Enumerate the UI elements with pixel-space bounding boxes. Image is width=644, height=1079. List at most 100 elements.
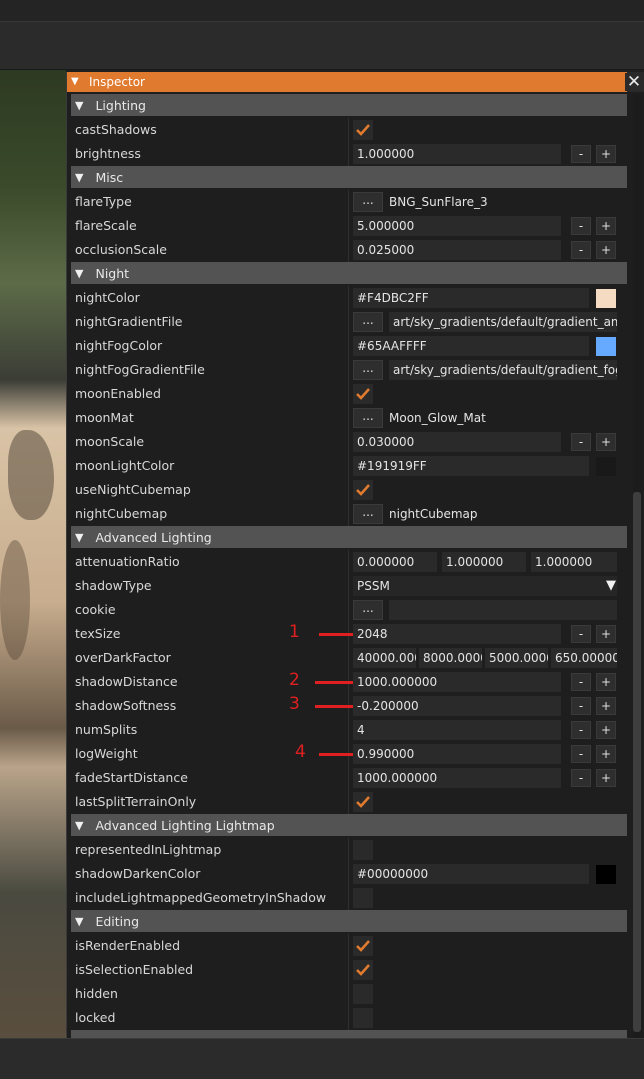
overDarkFactor-1-input[interactable]: 8000.0000: [419, 648, 482, 668]
browse-button[interactable]: ...: [353, 504, 383, 524]
moonMat-value[interactable]: Moon_Glow_Mat: [389, 408, 486, 428]
shadowType-select[interactable]: PSSM: [353, 576, 617, 596]
close-icon[interactable]: ✕: [625, 73, 643, 91]
decrement-button[interactable]: -: [571, 769, 591, 787]
decrement-button[interactable]: -: [571, 217, 591, 235]
increment-button[interactable]: +: [596, 625, 616, 643]
scrollbar-thumb[interactable]: [633, 492, 641, 1032]
moonLightColor-input[interactable]: #191919FF: [353, 456, 589, 476]
overDarkFactor-0-input[interactable]: 40000.000: [353, 648, 416, 668]
shadowSoftness-input[interactable]: -0.200000: [353, 696, 561, 716]
section-advanced-lighting-lightmap[interactable]: ▼ Advanced Lighting Lightmap: [71, 814, 627, 836]
nightGradientFile-input[interactable]: art/sky_gradients/default/gradient_amb: [389, 312, 617, 332]
cookie-input[interactable]: [389, 600, 617, 620]
flareType-value[interactable]: BNG_SunFlare_3: [389, 192, 488, 212]
increment-button[interactable]: +: [596, 145, 616, 163]
nightColor-input[interactable]: #F4DBC2FF: [353, 288, 589, 308]
overDarkFactor-3-input[interactable]: 650.000000: [551, 648, 617, 668]
isRenderEnabled-checkbox[interactable]: [353, 936, 373, 956]
section-misc[interactable]: ▼ Misc: [71, 166, 627, 188]
nightCubemap-value[interactable]: nightCubemap: [389, 504, 478, 524]
decrement-button[interactable]: -: [571, 625, 591, 643]
inspector-title-bar[interactable]: ▼ Inspector ✕: [67, 72, 644, 92]
section-title: Advanced Lighting Lightmap: [95, 817, 275, 833]
decrement-button[interactable]: -: [571, 145, 591, 163]
brightness-input[interactable]: 1.000000: [353, 144, 561, 164]
hidden-checkbox[interactable]: [353, 984, 373, 1004]
isSelectionEnabled-checkbox[interactable]: [353, 960, 373, 980]
section-lighting[interactable]: ▼ Lighting: [71, 94, 627, 116]
row-moonEnabled: moonEnabled: [71, 382, 627, 406]
row-nightFogColor: nightFogColor #65AAFFFF: [71, 334, 627, 358]
property-label: occlusionScale: [75, 242, 167, 257]
increment-button[interactable]: +: [596, 745, 616, 763]
collapse-triangle-icon[interactable]: ▼: [75, 915, 83, 928]
moonScale-input[interactable]: 0.030000: [353, 432, 561, 452]
decrement-button[interactable]: -: [571, 697, 591, 715]
section-next-collapsed[interactable]: [71, 1030, 627, 1038]
attenuationRatio-x-input[interactable]: 0.000000: [353, 552, 437, 572]
increment-button[interactable]: +: [596, 673, 616, 691]
column-divider: [348, 382, 349, 406]
browse-button[interactable]: ...: [353, 600, 383, 620]
nightFogColor-input[interactable]: #65AAFFFF: [353, 336, 589, 356]
decrement-button[interactable]: -: [571, 241, 591, 259]
viewport-scene[interactable]: [0, 70, 66, 1038]
color-swatch[interactable]: [596, 865, 616, 884]
section-editing[interactable]: ▼ Editing: [71, 910, 627, 932]
browse-button[interactable]: ...: [353, 312, 383, 332]
attenuationRatio-y-input[interactable]: 1.000000: [442, 552, 526, 572]
scene-shadow: [0, 540, 30, 660]
representedInLightmap-checkbox[interactable]: [353, 840, 373, 860]
collapse-triangle-icon[interactable]: ▼: [75, 171, 83, 184]
shadowDistance-input[interactable]: 1000.000000: [353, 672, 561, 692]
decrement-button[interactable]: -: [571, 673, 591, 691]
lastSplitTerrainOnly-checkbox[interactable]: [353, 792, 373, 812]
browse-button[interactable]: ...: [353, 408, 383, 428]
inspector-tab[interactable]: ▼ Inspector: [67, 72, 172, 92]
numSplits-input[interactable]: 4: [353, 720, 561, 740]
column-divider: [348, 334, 349, 358]
collapse-triangle-icon[interactable]: ▼: [75, 819, 83, 832]
menu-triangle-icon[interactable]: ▼: [71, 76, 83, 88]
increment-button[interactable]: +: [596, 241, 616, 259]
row-fadeStartDistance: fadeStartDistance 1000.000000 - +: [71, 766, 627, 790]
castShadows-checkbox[interactable]: [353, 120, 373, 140]
color-swatch[interactable]: [596, 457, 616, 476]
shadowDarkenColor-input[interactable]: #00000000: [353, 864, 589, 884]
row-texSize: texSize 1 2048 - +: [71, 622, 627, 646]
collapse-triangle-icon[interactable]: ▼: [75, 99, 83, 112]
increment-button[interactable]: +: [596, 433, 616, 451]
browse-button[interactable]: ...: [353, 192, 383, 212]
includeLightmappedGeometryInShadow-checkbox[interactable]: [353, 888, 373, 908]
dropdown-arrow-icon[interactable]: ▼: [601, 576, 621, 596]
flareScale-input[interactable]: 5.000000: [353, 216, 561, 236]
useNightCubemap-checkbox[interactable]: [353, 480, 373, 500]
collapse-triangle-icon[interactable]: ▼: [75, 531, 83, 544]
section-title: Misc: [95, 169, 124, 185]
attenuationRatio-z-input[interactable]: 1.000000: [531, 552, 617, 572]
browse-button[interactable]: ...: [353, 360, 383, 380]
decrement-button[interactable]: -: [571, 721, 591, 739]
section-night[interactable]: ▼ Night: [71, 262, 627, 284]
increment-button[interactable]: +: [596, 721, 616, 739]
locked-checkbox[interactable]: [353, 1008, 373, 1028]
property-label: moonEnabled: [75, 386, 161, 401]
property-label: useNightCubemap: [75, 482, 191, 497]
color-swatch[interactable]: [596, 289, 616, 308]
overDarkFactor-2-input[interactable]: 5000.0000: [485, 648, 548, 668]
increment-button[interactable]: +: [596, 697, 616, 715]
color-swatch[interactable]: [596, 337, 616, 356]
texSize-input[interactable]: 2048: [353, 624, 561, 644]
occlusionScale-input[interactable]: 0.025000: [353, 240, 561, 260]
increment-button[interactable]: +: [596, 217, 616, 235]
nightFogGradientFile-input[interactable]: art/sky_gradients/default/gradient_fog.p: [389, 360, 617, 380]
decrement-button[interactable]: -: [571, 745, 591, 763]
collapse-triangle-icon[interactable]: ▼: [75, 267, 83, 280]
section-advanced-lighting[interactable]: ▼ Advanced Lighting: [71, 526, 627, 548]
fadeStartDistance-input[interactable]: 1000.000000: [353, 768, 561, 788]
decrement-button[interactable]: -: [571, 433, 591, 451]
increment-button[interactable]: +: [596, 769, 616, 787]
moonEnabled-checkbox[interactable]: [353, 384, 373, 404]
logWeight-input[interactable]: 0.990000: [353, 744, 561, 764]
